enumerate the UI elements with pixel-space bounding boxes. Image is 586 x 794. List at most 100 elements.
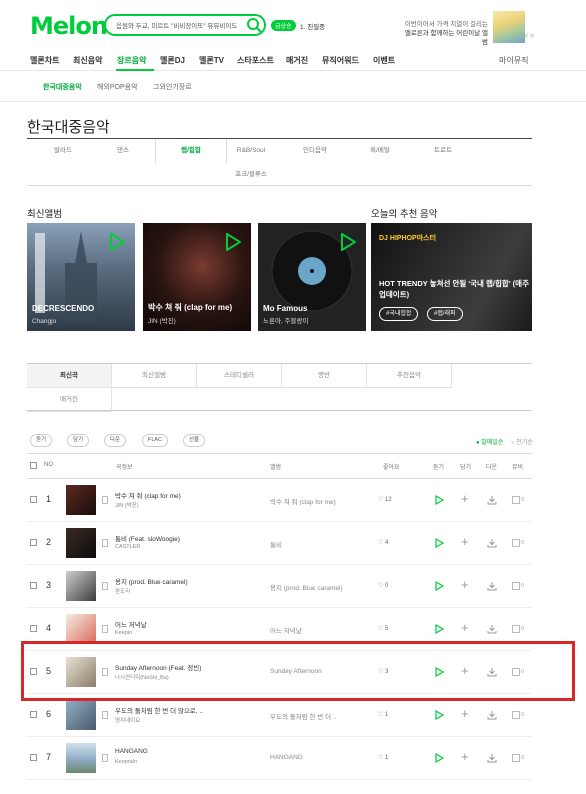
song-artist[interactable]: Keepin bbox=[115, 630, 132, 636]
tab-latest-songs[interactable]: 최신곡 bbox=[27, 364, 112, 388]
like-button[interactable]: ♡ 12 bbox=[378, 496, 392, 503]
row-album[interactable]: 통비 bbox=[270, 539, 370, 549]
melon-logo[interactable]: Melon bbox=[30, 12, 108, 40]
tab-reco[interactable]: 추천음악 bbox=[367, 364, 452, 388]
song-info-icon[interactable] bbox=[102, 539, 108, 547]
row-album[interactable]: 박수 쳐 줘 (clap for me) bbox=[270, 496, 370, 506]
album-artist[interactable]: 노훈아, 주블랑이 bbox=[263, 315, 308, 325]
like-button[interactable]: ♡ 4 bbox=[378, 539, 388, 546]
genre-rnb[interactable]: R&B/Soul bbox=[215, 139, 287, 163]
song-info-icon[interactable] bbox=[102, 496, 108, 504]
search-icon[interactable] bbox=[245, 16, 263, 34]
like-button[interactable]: ♡ 5 bbox=[378, 625, 388, 632]
album-card-3[interactable]: Mo Famous 노훈아, 주블랑이 bbox=[258, 223, 366, 331]
gnb-genre[interactable]: 장르음악 bbox=[117, 55, 146, 66]
download-icon[interactable] bbox=[487, 624, 497, 634]
play-icon[interactable] bbox=[225, 233, 241, 251]
gnb-dj[interactable]: 멜론DJ bbox=[160, 55, 185, 66]
gnb-starpost[interactable]: 스타포스트 bbox=[237, 55, 274, 66]
add-icon[interactable]: + bbox=[461, 492, 469, 505]
row-checkbox[interactable] bbox=[30, 582, 37, 589]
reco-chip-2[interactable]: #랩/래퍼 bbox=[427, 307, 463, 321]
like-button[interactable]: ♡ 1 bbox=[378, 754, 388, 761]
flac-button[interactable]: FLAC bbox=[142, 434, 169, 447]
play-icon[interactable] bbox=[435, 581, 444, 591]
song-info-icon[interactable] bbox=[102, 754, 108, 762]
song-title[interactable]: 우도의 돌처럼 한 번 더 앉으로, .. bbox=[115, 705, 203, 715]
realtime-rank-keyword[interactable]: 1. 친필중 bbox=[300, 21, 325, 31]
add-icon[interactable]: + bbox=[461, 535, 469, 548]
tab-masterpiece[interactable]: 명반 bbox=[282, 364, 367, 388]
row-thumbnail[interactable] bbox=[66, 743, 96, 773]
play-icon[interactable] bbox=[435, 495, 444, 505]
row-album[interactable]: 어느 저녁날 bbox=[270, 625, 370, 635]
row-thumbnail[interactable] bbox=[66, 528, 96, 558]
sort-release[interactable]: ● 발매일순 bbox=[476, 437, 503, 446]
subnav-korean[interactable]: 한국대중음악 bbox=[43, 82, 82, 92]
row-thumbnail[interactable] bbox=[66, 614, 96, 644]
row-album[interactable]: 우도의 돌처럼 한 번 더 .. bbox=[270, 711, 370, 721]
ad-banner-image[interactable] bbox=[493, 11, 525, 43]
row-thumbnail[interactable] bbox=[66, 485, 96, 515]
subnav-pop[interactable]: 해외POP음악 bbox=[97, 82, 138, 92]
mv-icon[interactable] bbox=[512, 711, 520, 719]
mv-icon[interactable] bbox=[512, 539, 520, 547]
download-icon[interactable] bbox=[487, 753, 497, 763]
download-icon[interactable] bbox=[487, 538, 497, 548]
play-icon[interactable] bbox=[435, 538, 444, 548]
album-card-1[interactable]: DECRESCENDO Changjo bbox=[27, 223, 135, 331]
song-title[interactable]: 어느 저녁날 bbox=[115, 619, 147, 629]
row-checkbox[interactable] bbox=[30, 496, 37, 503]
gnb-mymusic[interactable]: 마이뮤직 bbox=[499, 55, 528, 66]
row-album[interactable]: 용지 (prod. Blue caramel) bbox=[270, 582, 370, 592]
sort-popular[interactable]: ○ 인기순 bbox=[511, 437, 533, 446]
download-icon[interactable] bbox=[487, 495, 497, 505]
song-artist[interactable]: JIN (박진) bbox=[115, 501, 139, 509]
album-artist[interactable]: Changjo bbox=[32, 318, 56, 325]
ad-nav-arrows[interactable]: < > bbox=[524, 33, 534, 40]
song-title[interactable]: 용지 (prod. Blue caramel) bbox=[115, 576, 188, 586]
gnb-tv[interactable]: 멜론TV bbox=[199, 55, 224, 66]
play-icon[interactable] bbox=[435, 710, 444, 720]
mv-icon[interactable] bbox=[512, 625, 520, 633]
add-icon[interactable]: + bbox=[461, 707, 469, 720]
row-checkbox[interactable] bbox=[30, 711, 37, 718]
genre-indie[interactable]: 인디음악 bbox=[279, 139, 351, 163]
ad-banner-text[interactable]: 이번이어서 가격 치열이 걸리는 멜로른과 함께하는 어린이날 앨범 bbox=[400, 20, 488, 47]
add-button[interactable]: 담기 bbox=[67, 434, 90, 447]
row-thumbnail[interactable] bbox=[66, 571, 96, 601]
song-info-icon[interactable] bbox=[102, 582, 108, 590]
gnb-event[interactable]: 이벤트 bbox=[373, 55, 395, 66]
tab-steady[interactable]: 스테디셀러 bbox=[197, 364, 282, 388]
mv-icon[interactable] bbox=[512, 582, 520, 590]
select-all-checkbox[interactable] bbox=[30, 462, 37, 469]
song-title[interactable]: 통비 (Feat. sloWoogie) bbox=[115, 533, 180, 543]
row-checkbox[interactable] bbox=[30, 625, 37, 632]
download-icon[interactable] bbox=[487, 581, 497, 591]
like-button[interactable]: ♡ 1 bbox=[378, 711, 388, 718]
play-icon[interactable] bbox=[435, 753, 444, 763]
subnav-other[interactable]: 그외인기장르 bbox=[153, 82, 192, 92]
mv-icon[interactable] bbox=[512, 496, 520, 504]
genre-trot[interactable]: 트로트 bbox=[407, 139, 479, 163]
reco-chip-1[interactable]: #국내힙합 bbox=[379, 307, 419, 321]
album-artist[interactable]: JIN (박진) bbox=[148, 315, 176, 325]
genre-dance[interactable]: 댄스 bbox=[87, 139, 159, 163]
song-artist[interactable]: CASTLER bbox=[115, 544, 140, 550]
tab-magazine[interactable]: 매거진 bbox=[27, 388, 112, 412]
download-icon[interactable] bbox=[487, 710, 497, 720]
search-input[interactable]: 음원와 두교, 미르트 "비비장이또" 뮤뮤비이도 bbox=[116, 20, 246, 30]
listen-button[interactable]: 듣기 bbox=[30, 434, 53, 447]
album-card-2[interactable]: 박수 쳐 줘 (clap for me) JIN (박진) bbox=[143, 223, 251, 331]
song-artist[interactable]: 명치네이요 bbox=[115, 716, 140, 724]
add-icon[interactable]: + bbox=[461, 621, 469, 634]
tab-latest-albums[interactable]: 최신앨범 bbox=[112, 364, 197, 388]
gnb-awards[interactable]: 뮤직어워드 bbox=[322, 55, 359, 66]
song-artist[interactable]: Keeprain bbox=[115, 759, 137, 765]
reco-card[interactable]: DJ HIPHOP마스터 HOT TRENDY 놓쳐선 안될 '국내 랩/힙합'… bbox=[371, 223, 532, 331]
like-button[interactable]: ♡ 0 bbox=[378, 582, 388, 589]
genre-folk[interactable]: 포크/블루스 bbox=[215, 163, 287, 187]
song-info-icon[interactable] bbox=[102, 711, 108, 719]
genre-rock[interactable]: 록/메탈 bbox=[344, 139, 416, 163]
song-info-icon[interactable] bbox=[102, 625, 108, 633]
